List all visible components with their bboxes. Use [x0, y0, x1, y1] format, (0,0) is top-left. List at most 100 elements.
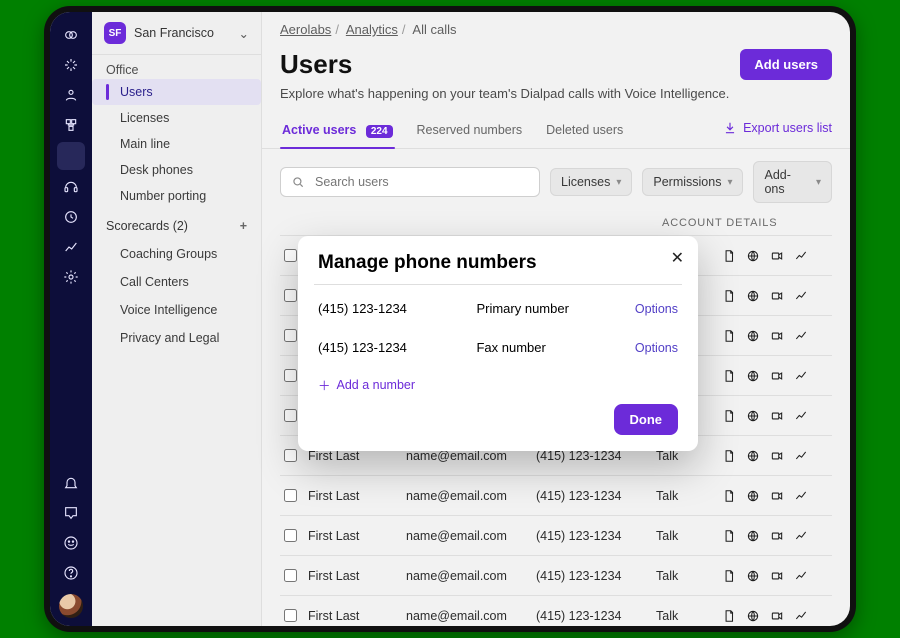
crumb-analytics[interactable]: Analytics — [346, 22, 398, 37]
org-icon[interactable] — [56, 112, 86, 138]
add-users-button[interactable]: Add users — [740, 49, 832, 80]
headset-icon[interactable] — [56, 174, 86, 200]
number-options[interactable]: Options — [635, 341, 678, 355]
cell-plan: Talk — [656, 489, 712, 503]
row-icons — [722, 249, 832, 263]
trend-icon — [794, 289, 808, 303]
filter-addons[interactable]: Add-ons▾ — [753, 161, 832, 203]
help-icon[interactable] — [56, 560, 86, 586]
row-options[interactable]: Options — [842, 289, 850, 303]
row-options[interactable]: Options — [842, 249, 850, 263]
trend-icon — [794, 449, 808, 463]
plus-icon: ＋ — [318, 375, 331, 394]
row-checkbox[interactable] — [284, 529, 297, 542]
nav-item-users[interactable]: Users — [92, 79, 261, 105]
row-options[interactable]: Options — [842, 489, 850, 503]
nav-scorecards[interactable]: Scorecards (2) — [106, 219, 188, 233]
row-options[interactable]: Options — [842, 569, 850, 583]
globe-icon — [746, 409, 760, 423]
cell-email: name@email.com — [406, 529, 526, 543]
add-number-link[interactable]: ＋ Add a number — [318, 367, 678, 396]
nav-item-numberporting[interactable]: Number porting — [92, 183, 261, 209]
breadcrumb: Aerolabs/ Analytics/ All calls — [262, 12, 850, 37]
tab-active-label: Active users — [282, 123, 356, 137]
nav-voiceintel[interactable]: Voice Intelligence — [92, 295, 261, 323]
done-button[interactable]: Done — [614, 404, 679, 435]
row-checkbox[interactable] — [284, 249, 297, 262]
tab-active-users[interactable]: Active users 224 — [280, 115, 395, 148]
filter-permissions[interactable]: Permissions▾ — [642, 168, 743, 196]
row-options[interactable]: Options — [842, 409, 850, 423]
cell-phone: (415) 123-1234 — [536, 609, 646, 623]
row-checkbox[interactable] — [284, 409, 297, 422]
nav-callcenters[interactable]: Call Centers — [92, 267, 261, 295]
nav-item-mainline[interactable]: Main line — [92, 131, 261, 157]
manage-numbers-modal: ✕ Manage phone numbers (415) 123-1234 Pr… — [298, 236, 698, 451]
chat-icon[interactable] — [56, 500, 86, 526]
file-icon — [722, 529, 736, 543]
workspace-name: San Francisco — [134, 26, 214, 40]
row-options[interactable]: Options — [842, 449, 850, 463]
row-checkbox[interactable] — [284, 489, 297, 502]
cell-plan: Talk — [656, 569, 712, 583]
row-options[interactable]: Options — [842, 529, 850, 543]
avatar[interactable] — [59, 594, 83, 618]
row-options[interactable]: Options — [842, 609, 850, 623]
export-users-link[interactable]: Export users list — [723, 121, 832, 143]
trend-icon — [794, 409, 808, 423]
workspace-tile: SF — [104, 22, 126, 44]
workspace-picker[interactable]: SF San Francisco ⌄ — [92, 12, 261, 55]
file-icon — [722, 409, 736, 423]
gear-icon[interactable] — [56, 264, 86, 290]
tab-deleted[interactable]: Deleted users — [544, 115, 625, 148]
add-scorecard-icon[interactable]: + — [240, 219, 247, 233]
nav-coaching[interactable]: Coaching Groups — [92, 239, 261, 267]
crumb-aerolabs[interactable]: Aerolabs — [280, 22, 331, 37]
number-label: Primary number — [476, 301, 634, 316]
row-checkbox[interactable] — [284, 449, 297, 462]
filter-licenses[interactable]: Licenses▾ — [550, 168, 632, 196]
active-count-badge: 224 — [366, 125, 393, 138]
nav-item-deskphones[interactable]: Desk phones — [92, 157, 261, 183]
search-input[interactable] — [313, 174, 529, 190]
bell-icon[interactable] — [56, 470, 86, 496]
file-icon — [722, 569, 736, 583]
row-checkbox[interactable] — [284, 329, 297, 342]
close-icon[interactable]: ✕ — [671, 248, 684, 268]
smile-icon[interactable] — [56, 530, 86, 556]
tab-reserved[interactable]: Reserved numbers — [415, 115, 525, 148]
cell-name: First Last — [308, 609, 396, 623]
analytics-icon[interactable] — [56, 234, 86, 260]
modal-title: Manage phone numbers — [318, 252, 678, 274]
video-icon — [770, 489, 784, 503]
active-app-icon[interactable] — [57, 142, 85, 170]
number-options[interactable]: Options — [635, 302, 678, 316]
nav-item-licenses[interactable]: Licenses — [92, 105, 261, 131]
row-icons — [722, 609, 832, 623]
video-icon — [770, 249, 784, 263]
row-checkbox[interactable] — [284, 569, 297, 582]
cell-name: First Last — [308, 569, 396, 583]
row-checkbox[interactable] — [284, 609, 297, 622]
number-label: Fax number — [476, 340, 634, 355]
history-icon[interactable] — [56, 204, 86, 230]
row-options[interactable]: Options — [842, 329, 850, 343]
trend-icon — [794, 489, 808, 503]
sparkle-icon[interactable] — [56, 52, 86, 78]
file-icon — [722, 449, 736, 463]
row-options[interactable]: Options — [842, 369, 850, 383]
row-checkbox[interactable] — [284, 369, 297, 382]
nav-privacy[interactable]: Privacy and Legal — [92, 323, 261, 351]
row-icons — [722, 569, 832, 583]
cell-name: First Last — [308, 489, 396, 503]
number-value: (415) 123-1234 — [318, 301, 476, 316]
search-input-wrap[interactable] — [280, 167, 540, 197]
globe-icon — [746, 569, 760, 583]
person-icon[interactable] — [56, 82, 86, 108]
row-checkbox[interactable] — [284, 289, 297, 302]
table-row: First Last name@email.com (415) 123-1234… — [280, 515, 832, 555]
trend-icon — [794, 249, 808, 263]
globe-icon — [746, 329, 760, 343]
video-icon — [770, 369, 784, 383]
globe-icon — [746, 609, 760, 623]
